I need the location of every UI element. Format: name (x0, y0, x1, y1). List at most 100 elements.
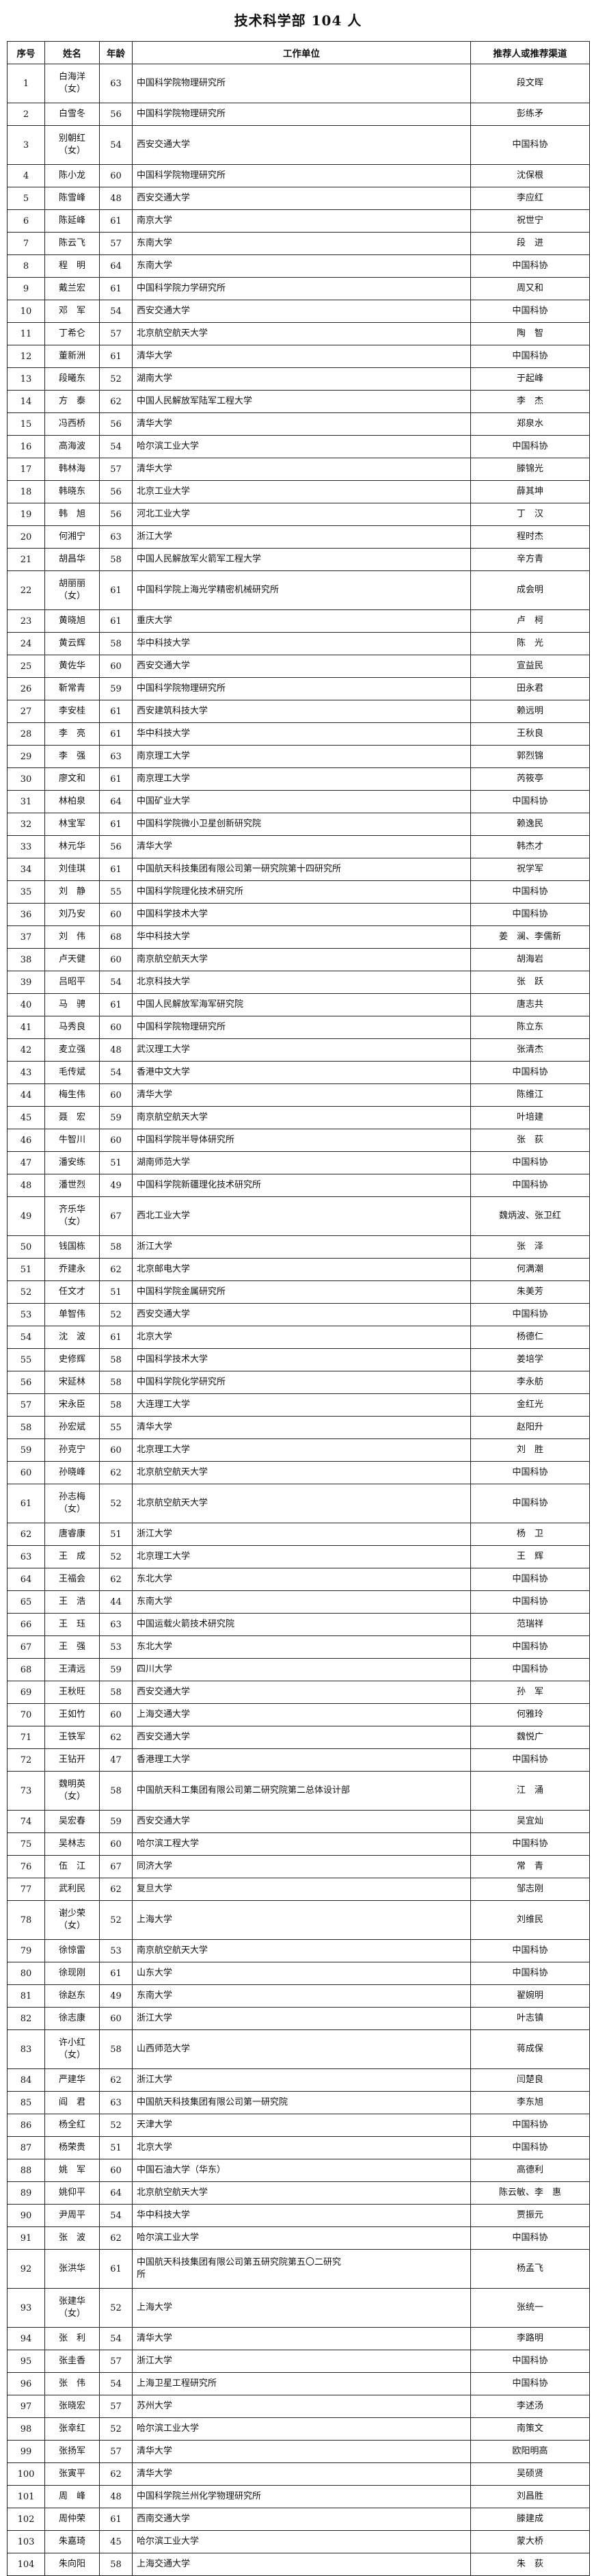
cell-name: 陈云飞 (44, 232, 100, 255)
cell-no: 1 (7, 64, 45, 103)
cell-age: 54 (99, 435, 133, 458)
cell-recommender: 李应红 (470, 187, 590, 210)
cell-age: 62 (99, 1878, 133, 1901)
cell-name: 阎 君 (44, 2091, 100, 2114)
cell-age: 61 (99, 767, 133, 791)
cell-recommender: 中国科协 (470, 2226, 590, 2250)
cell-unit: 中国科学院半导体研究所 (132, 1129, 471, 1152)
cell-age: 54 (99, 300, 133, 323)
cell-unit: 中国科学院物理研究所 (132, 64, 471, 103)
cell-unit: 上海大学 (132, 1900, 471, 1940)
cell-name: 靳常青 (44, 677, 100, 700)
cell-unit: 山西师范大学 (132, 2029, 471, 2069)
table-row: 80 徐现刚 61 山东大学 中国科协 (7, 1962, 590, 1985)
cell-unit: 中国科学院微小卫星创新研究院 (132, 813, 471, 836)
cell-no: 54 (7, 1326, 45, 1349)
cell-name: 林元华 (44, 835, 100, 858)
cell-no: 70 (7, 1703, 45, 1726)
cell-age: 60 (99, 164, 133, 187)
table-row: 40 马 骋 61 中国人民解放军海军研究院 唐志共 (7, 993, 590, 1016)
cell-recommender: 丁 汉 (470, 503, 590, 526)
table-row: 86 杨全红 52 天津大学 中国科协 (7, 2114, 590, 2137)
cell-age: 64 (99, 254, 133, 278)
cell-age: 60 (99, 655, 133, 678)
cell-age: 61 (99, 609, 133, 633)
cell-recommender: 江 涌 (470, 1771, 590, 1811)
cell-age: 51 (99, 1151, 133, 1174)
header-age: 年龄 (99, 41, 133, 64)
cell-age: 58 (99, 632, 133, 655)
table-row: 55 史修辉 58 中国科学技术大学 姜培学 (7, 1348, 590, 1371)
cell-unit: 西北工业大学 (132, 1196, 471, 1236)
cell-age: 48 (99, 2485, 133, 2508)
cell-name: 马 骋 (44, 993, 100, 1016)
cell-no: 88 (7, 2159, 45, 2182)
cell-age: 58 (99, 1235, 133, 1259)
cell-name: 李安桂 (44, 700, 100, 723)
cell-recommender: 李路明 (470, 2327, 590, 2350)
cell-recommender: 刘 胜 (470, 1438, 590, 1462)
cell-age: 53 (99, 1939, 133, 1962)
cell-recommender: 金红光 (470, 1393, 590, 1417)
cell-unit: 西南交通大学 (132, 2508, 471, 2531)
cell-recommender: 刘昌胜 (470, 2485, 590, 2508)
cell-no: 91 (7, 2226, 45, 2250)
cell-name: 谢少荣 （女） (44, 1900, 100, 1940)
cell-unit: 复旦大学 (132, 1878, 471, 1901)
table-row: 87 杨荣贵 51 北京大学 中国科协 (7, 2136, 590, 2159)
cell-age: 62 (99, 390, 133, 413)
cell-recommender: 中国科协 (470, 300, 590, 323)
cell-no: 86 (7, 2114, 45, 2137)
cell-name: 吴林志 (44, 1832, 100, 1856)
cell-no: 49 (7, 1196, 45, 1236)
cell-no: 4 (7, 164, 45, 187)
cell-unit: 东北大学 (132, 1568, 471, 1591)
cell-age: 54 (99, 2372, 133, 2395)
table-row: 46 牛智川 60 中国科学院半导体研究所张 荻 (7, 1129, 590, 1152)
table-row: 2 白雪冬 56 中国科学院物理研究所 彭练矛 (7, 103, 590, 126)
table-row: 83 许小红 （女） 58 山西师范大学 蒋成保 (7, 2029, 590, 2069)
cell-unit: 北京航空航天大学 (132, 1461, 471, 1484)
cell-recommender: 杨德仁 (470, 1326, 590, 1349)
cell-no: 92 (7, 2249, 45, 2289)
cell-name: 杨全红 (44, 2114, 100, 2137)
table-row: 100 张寅平 62 清华大学 吴硕贤 (7, 2462, 590, 2486)
cell-age: 61 (99, 722, 133, 746)
cell-age: 49 (99, 1984, 133, 2008)
cell-unit: 中国航天科工集团有限公司第二研究院第二总体设计部 (132, 1771, 471, 1811)
cell-unit: 东南大学 (132, 1984, 471, 2008)
cell-unit: 西安建筑科技大学 (132, 700, 471, 723)
cell-recommender: 张 泽 (470, 1235, 590, 1259)
cell-name: 方 泰 (44, 390, 100, 413)
table-row: 76 伍 江 67 同济大学常 青 (7, 1855, 590, 1878)
cell-recommender: 刘维民 (470, 1900, 590, 1940)
cell-no: 67 (7, 1635, 45, 1659)
cell-name: 胡昌华 (44, 548, 100, 571)
cell-name: 周仲荣 (44, 2508, 100, 2531)
cell-recommender: 翟婉明 (470, 1984, 590, 2008)
document-title: 技术科学部 104 人 (234, 12, 362, 29)
table-row: 64 王福会 62 东北大学 中国科协 (7, 1568, 590, 1591)
cell-age: 63 (99, 1613, 133, 1636)
table-row: 70 王如竹 60 上海交通大学 何雅玲 (7, 1703, 590, 1726)
cell-unit: 清华大学 (132, 412, 471, 436)
cell-name: 徐赵东 (44, 1984, 100, 2008)
cell-name: 沈 波 (44, 1326, 100, 1349)
table-row: 90 尹周平 54 华中科技大学 贾振元 (7, 2204, 590, 2227)
cell-age: 56 (99, 503, 133, 526)
cell-name: 武利民 (44, 1878, 100, 1901)
cell-age: 56 (99, 480, 133, 503)
table-row: 54 沈 波 61 北京大学 杨德仁 (7, 1326, 590, 1349)
cell-recommender: 常 青 (470, 1855, 590, 1878)
cell-age: 60 (99, 948, 133, 971)
cell-name: 董新洲 (44, 345, 100, 368)
cell-name: 李 亮 (44, 722, 100, 746)
cell-unit: 西安交通大学 (132, 1681, 471, 1704)
cell-age: 48 (99, 1038, 133, 1062)
table-row: 85 阎 君 63 中国航天科技集团有限公司第一研究院 李东旭 (7, 2091, 590, 2114)
cell-name: 黄云辉 (44, 632, 100, 655)
cell-recommender: 中国科协 (470, 1151, 590, 1174)
cell-recommender: 段 进 (470, 232, 590, 255)
cell-unit: 香港中文大学 (132, 1061, 471, 1084)
table-row: 39 吕昭平 54 北京科技大学张 跃 (7, 971, 590, 994)
